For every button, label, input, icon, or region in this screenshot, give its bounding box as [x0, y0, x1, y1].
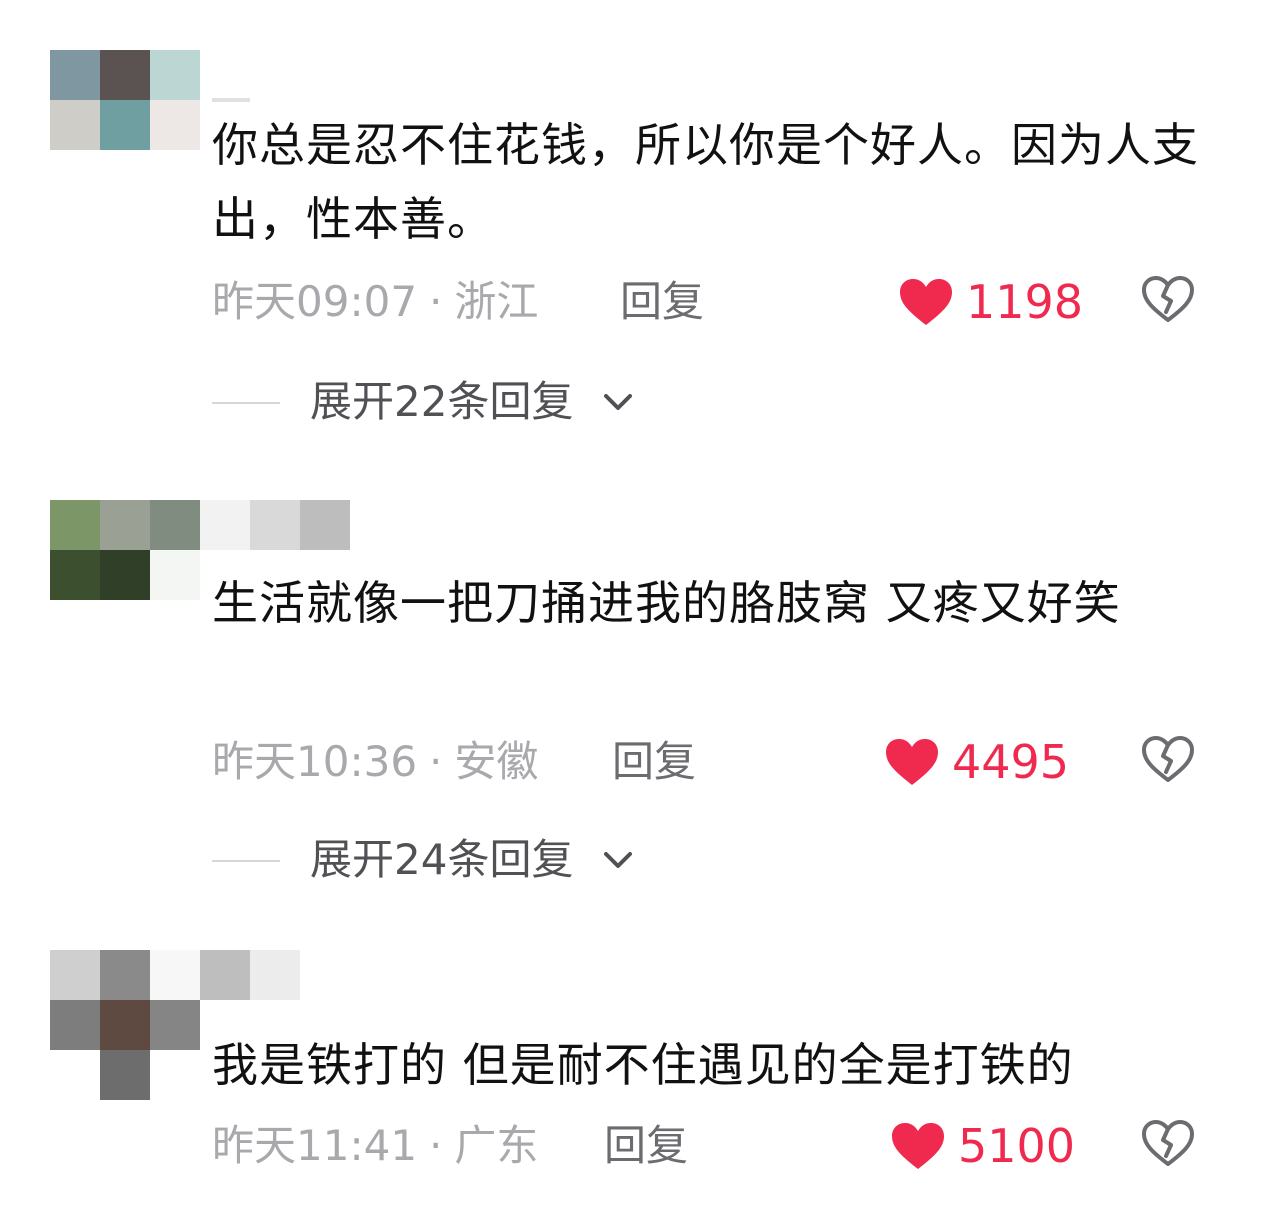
broken-heart-icon[interactable]: [1140, 274, 1196, 324]
heart-icon: [886, 739, 938, 785]
comment-location: 广东: [454, 1121, 539, 1170]
broken-heart-icon[interactable]: [1140, 1118, 1196, 1168]
comment-time: 昨天09:07: [212, 277, 418, 326]
chevron-down-icon: [604, 852, 632, 868]
divider: [212, 402, 280, 404]
like-count: 1198: [966, 275, 1084, 329]
chevron-down-icon: [604, 394, 632, 410]
username-redacted[interactable]: [212, 98, 250, 102]
comment-text: 你总是忍不住花钱，所以你是个好人。因为人支出，性本善。: [212, 118, 1199, 246]
like-button[interactable]: 4495: [884, 732, 1069, 792]
reply-button[interactable]: 回复: [620, 272, 704, 332]
comment-time: 昨天11:41: [212, 1121, 418, 1170]
expand-replies-button[interactable]: 展开24条回复: [212, 830, 812, 890]
comment-meta: 昨天11:41 · 广东 回复 5100: [212, 1116, 1212, 1176]
expand-replies-label: 展开24条回复: [310, 835, 574, 884]
broken-heart-icon[interactable]: [1140, 734, 1196, 784]
like-button[interactable]: 1198: [898, 272, 1083, 332]
comment-text: 生活就像一把刀捅进我的胳肢窝 又疼又好笑: [212, 576, 1121, 630]
expand-replies-button[interactable]: 展开22条回复: [212, 372, 812, 432]
meta-separator: ·: [429, 277, 443, 326]
meta-separator: ·: [429, 737, 443, 786]
reply-button[interactable]: 回复: [604, 1116, 688, 1176]
comment-location: 安徽: [454, 737, 539, 786]
heart-icon: [900, 279, 952, 325]
divider: [212, 860, 280, 862]
meta-separator: ·: [429, 1121, 443, 1170]
expand-replies-label: 展开22条回复: [310, 377, 574, 426]
like-button[interactable]: 5100: [890, 1116, 1075, 1176]
comment-time: 昨天10:36: [212, 737, 418, 786]
comment-meta: 昨天09:07 · 浙江 回复 1198: [212, 272, 1212, 332]
like-count: 4495: [952, 735, 1070, 789]
comment-location: 浙江: [454, 277, 539, 326]
like-count: 5100: [958, 1119, 1076, 1173]
reply-button[interactable]: 回复: [612, 732, 696, 792]
comment-text: 我是铁打的 但是耐不住遇见的全是打铁的: [212, 1038, 1074, 1092]
comment-meta: 昨天10:36 · 安徽 回复 4495: [212, 732, 1212, 792]
heart-icon: [892, 1123, 944, 1169]
